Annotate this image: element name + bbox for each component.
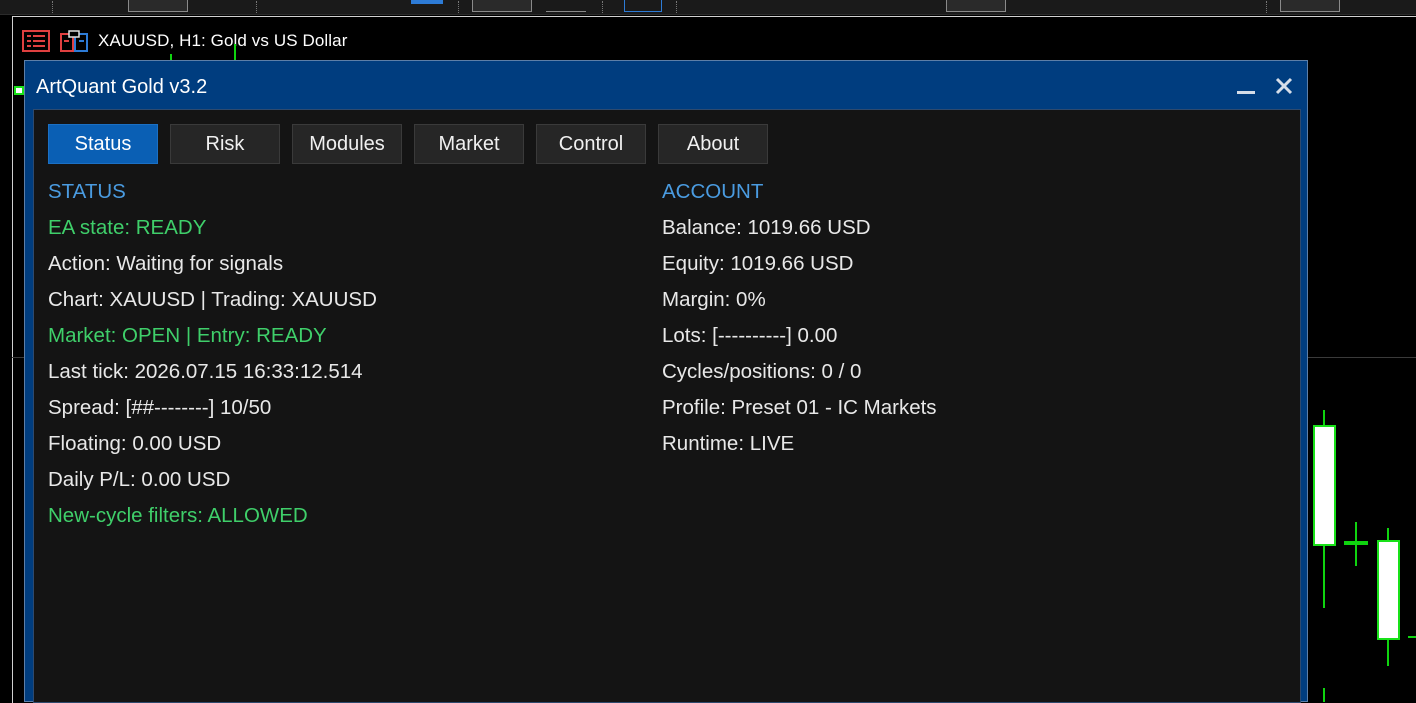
status-line: Spread: [##--------] 10/50 xyxy=(48,396,272,419)
status-section: STATUS EA state: READY Action: Waiting f… xyxy=(48,174,377,534)
candle-body xyxy=(1377,540,1400,640)
candle-wick xyxy=(234,44,236,60)
candle-body xyxy=(1313,425,1336,546)
toolbar-button[interactable] xyxy=(546,0,586,12)
account-line: Cycles/positions: 0 / 0 xyxy=(662,360,862,383)
status-line: Last tick: 2026.07.15 16:33:12.514 xyxy=(48,360,363,383)
toolbar-separator xyxy=(602,1,605,13)
account-line: Balance: 1019.66 USD xyxy=(662,216,871,239)
tab-about[interactable]: About xyxy=(658,124,768,164)
account-line: Equity: 1019.66 USD xyxy=(662,252,854,275)
toolbar-button[interactable] xyxy=(1280,0,1340,12)
status-line: Floating: 0.00 USD xyxy=(48,432,222,455)
account-line: Lots: [----------] 0.00 xyxy=(662,324,838,347)
terminal-toolbar xyxy=(0,0,1416,15)
close-icon[interactable] xyxy=(1272,74,1296,98)
account-line: Profile: Preset 01 - IC Markets xyxy=(662,396,937,419)
toolbar-separator xyxy=(676,1,679,13)
tab-market[interactable]: Market xyxy=(414,124,524,164)
panel-title: ArtQuant Gold v3.2 xyxy=(36,76,208,98)
candle-body xyxy=(14,86,24,95)
panel-titlebar[interactable]: ArtQuant Gold v3.2 xyxy=(25,61,1307,113)
trade-list-icon[interactable] xyxy=(22,30,50,52)
tab-risk[interactable]: Risk xyxy=(170,124,280,164)
status-line: Chart: XAUUSD | Trading: XAUUSD xyxy=(48,288,377,311)
account-line: Margin: 0% xyxy=(662,288,766,311)
candle-fragment xyxy=(1408,636,1416,638)
tab-status[interactable]: Status xyxy=(48,124,158,164)
status-line: Market: OPEN | Entry: READY xyxy=(48,324,327,347)
account-line: Runtime: LIVE xyxy=(662,432,795,455)
toolbar-active-button[interactable] xyxy=(411,0,443,4)
toolbar-button[interactable] xyxy=(946,0,1006,12)
expert-advisor-icon[interactable] xyxy=(60,30,88,52)
toolbar-button[interactable] xyxy=(472,0,532,12)
toolbar-button[interactable] xyxy=(128,0,188,12)
status-line: New-cycle filters: ALLOWED xyxy=(48,504,308,527)
status-heading: STATUS xyxy=(48,180,126,203)
account-section: ACCOUNT Balance: 1019.66 USD Equity: 101… xyxy=(662,174,937,462)
doji-candle xyxy=(1344,541,1368,545)
toolbar-button[interactable] xyxy=(624,0,662,12)
minimize-icon[interactable] xyxy=(1234,75,1258,99)
tab-bar: Status Risk Modules Market Control About xyxy=(48,124,780,166)
status-line: Action: Waiting for signals xyxy=(48,252,284,275)
status-line: EA state: READY xyxy=(48,216,207,239)
chart-title-row: XAUUSD, H1: Gold vs US Dollar xyxy=(22,30,347,52)
status-line: Daily P/L: 0.00 USD xyxy=(48,468,231,491)
tab-modules[interactable]: Modules xyxy=(292,124,402,164)
chart-title: XAUUSD, H1: Gold vs US Dollar xyxy=(98,31,348,50)
ea-panel[interactable]: ArtQuant Gold v3.2 Status Risk Modules M… xyxy=(24,60,1308,703)
toolbar-separator xyxy=(52,1,55,13)
panel-body: Status Risk Modules Market Control About… xyxy=(33,109,1301,703)
account-heading: ACCOUNT xyxy=(662,180,764,203)
toolbar-separator xyxy=(458,1,461,13)
candle-wick xyxy=(1323,688,1325,702)
tab-control[interactable]: Control xyxy=(536,124,646,164)
toolbar-separator xyxy=(256,1,259,13)
toolbar-separator xyxy=(1266,1,1269,13)
